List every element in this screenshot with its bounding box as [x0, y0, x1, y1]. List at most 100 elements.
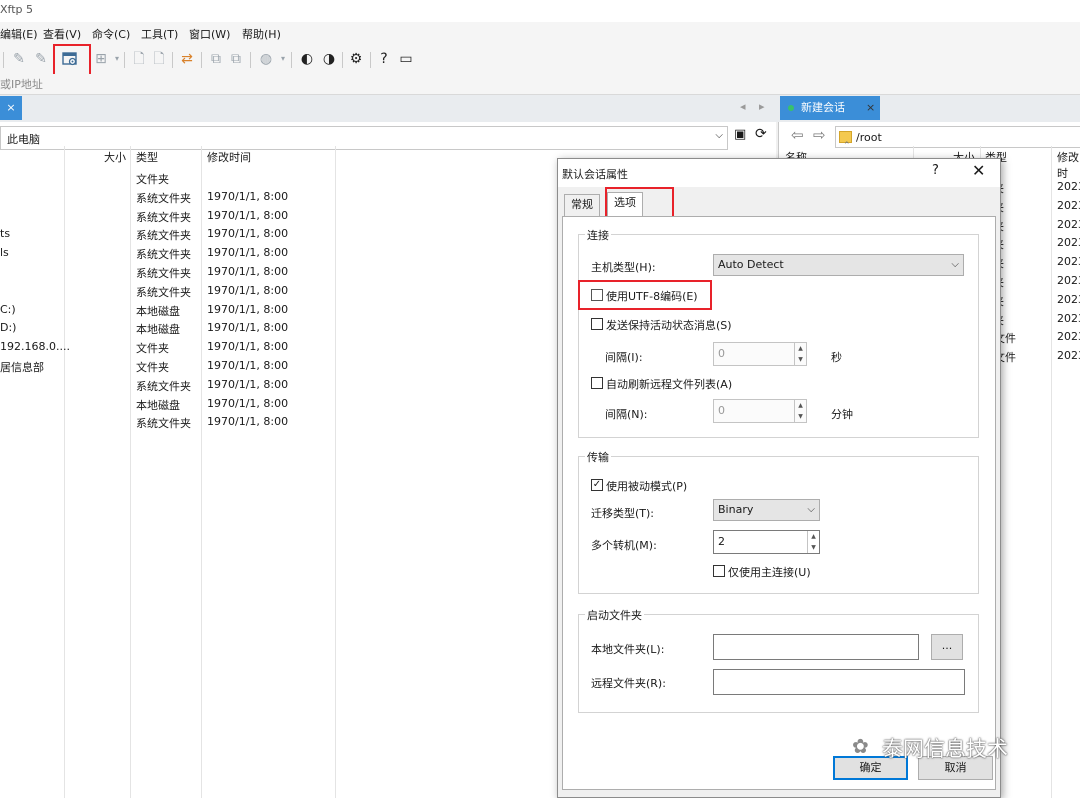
tab-scroll-left-icon[interactable]: ◂	[740, 100, 746, 113]
file-type: 本地磁盘	[136, 304, 180, 318]
app-title: Xftp 5	[0, 3, 34, 16]
transfer-type-label: 迁移类型(T):	[591, 507, 655, 520]
local-folder-input[interactable]	[713, 634, 919, 660]
file-mtime: 1970/1/1, 8:00	[207, 189, 289, 203]
tab-options[interactable]: 选项	[607, 192, 643, 216]
close-icon[interactable]: ✕	[972, 161, 985, 180]
menu-view[interactable]: 查看(V)	[43, 26, 81, 42]
keepalive-label: 发送保持活动状态消息(S)	[606, 319, 732, 332]
remote-path-combo[interactable]: /root	[835, 126, 1080, 148]
folder-icon[interactable]: ▣	[734, 127, 746, 142]
file-mtime: 2023	[1057, 349, 1080, 363]
refresh-icon[interactable]: ⟳	[755, 126, 767, 142]
toolbar-separator	[250, 52, 251, 68]
toolbar-separator	[172, 52, 173, 68]
file-mtime: 1970/1/1, 8:00	[207, 302, 289, 316]
chevron-down-icon[interactable]: ⌵	[715, 130, 723, 141]
host-type-select[interactable]: Auto Detect ⌵	[713, 254, 964, 276]
local-path-combo[interactable]: 此电脑 ⌵	[0, 126, 728, 150]
remote-folder-input[interactable]	[713, 669, 965, 695]
gear-icon[interactable]: ⚙	[347, 50, 365, 68]
spin-down-icon[interactable]: ▼	[807, 542, 819, 553]
spin-up-icon[interactable]: ▲	[807, 531, 819, 542]
refresh-interval-value: 0	[718, 404, 725, 417]
keepalive-checkbox[interactable]	[591, 318, 603, 330]
xftp-icon[interactable]: ◑	[320, 50, 338, 68]
remote-path: /root	[856, 131, 882, 144]
file-mtime: 1970/1/1, 8:00	[207, 246, 289, 260]
spin-down-icon[interactable]: ▼	[794, 354, 806, 365]
tab-local[interactable]: ×	[0, 96, 22, 120]
menu-tools[interactable]: 工具(T)	[141, 26, 178, 42]
file-mtime: 2023	[1057, 274, 1080, 287]
column-type[interactable]: 类型	[136, 149, 158, 165]
xshell-icon[interactable]: ◐	[298, 50, 316, 68]
file-mtime: 2023	[1057, 236, 1080, 250]
tab-scroll-right-icon[interactable]: ▸	[759, 100, 765, 113]
menu-edit[interactable]: 编辑(E)	[0, 26, 38, 42]
keepalive-unit: 秒	[831, 351, 842, 364]
file-type: 系统文件夹	[136, 379, 191, 393]
session-properties-icon[interactable]	[61, 50, 79, 68]
tab-new-session[interactable]: 新建会话	[780, 96, 880, 120]
paste-icon[interactable]: ⧉	[227, 50, 245, 68]
file-mtime: 1970/1/1, 8:00	[207, 227, 289, 241]
remote-folder-label: 远程文件夹(R):	[591, 677, 666, 690]
column-size[interactable]: 大小	[104, 149, 126, 165]
close-icon[interactable]: ×	[866, 101, 875, 114]
connection-status-icon	[788, 105, 794, 111]
spin-up-icon[interactable]: ▲	[794, 400, 806, 411]
connection-group: 连接 主机类型(H): Auto Detect ⌵ 使用UTF-8编码(E) 发…	[578, 227, 979, 438]
column-mtime[interactable]: 修改时间	[207, 149, 251, 165]
file-name: ts	[0, 227, 11, 241]
feedback-icon[interactable]: ▭	[397, 50, 415, 68]
globe-icon[interactable]: ◍	[257, 50, 275, 68]
file-mtime: 1970/1/1, 8:00	[207, 208, 289, 222]
help-icon[interactable]: ?	[375, 50, 393, 68]
transfer-type-value: Binary	[718, 503, 754, 516]
utf8-checkbox[interactable]	[591, 289, 603, 301]
file-mtime: 1970/1/1, 8:00	[207, 265, 289, 278]
menu-command[interactable]: 命令(C)	[92, 26, 130, 42]
wechat-icon: ✿	[852, 734, 869, 758]
close-icon[interactable]: ×	[6, 101, 15, 114]
menu-help[interactable]: 帮助(H)	[242, 26, 281, 42]
pencil-icon[interactable]: ✎	[32, 50, 50, 68]
file-mtime: 2023	[1057, 292, 1080, 306]
toolbar-separator	[201, 52, 202, 68]
transfer-group: 传输 ✓ 使用被动模式(P) 迁移类型(T): Binary ⌵ 多个转机(M)…	[578, 449, 979, 594]
autorefresh-checkbox[interactable]	[591, 377, 603, 389]
browse-button[interactable]: ...	[931, 634, 963, 660]
pencil-icon[interactable]: ✎	[10, 50, 28, 68]
file-type: 系统文件夹	[136, 285, 191, 299]
file-type: 系统文件夹	[136, 210, 191, 224]
spin-up-icon[interactable]: ▲	[794, 343, 806, 354]
spin-down-icon[interactable]: ▼	[794, 411, 806, 422]
document-icon[interactable]: 🗋	[130, 50, 148, 68]
file-type: 本地磁盘	[136, 323, 180, 337]
help-icon[interactable]: ?	[932, 163, 939, 178]
chevron-down-icon: ⌵	[951, 259, 959, 270]
transfer-icon[interactable]: ⇄	[178, 50, 196, 68]
transfer-type-select[interactable]: Binary ⌵	[713, 499, 820, 521]
title-bar: Xftp 5	[0, 0, 1080, 22]
tab-general[interactable]: 常规	[564, 194, 600, 216]
main-connection-only-checkbox[interactable]	[713, 565, 725, 577]
keepalive-interval-spinner[interactable]: 0 ▲ ▼	[713, 342, 807, 366]
refresh-interval-spinner[interactable]: 0 ▲ ▼	[713, 399, 807, 423]
chevron-down-icon[interactable]: ▾	[274, 50, 292, 68]
copy-icon[interactable]: ⧉	[207, 50, 225, 68]
multi-transfer-spinner[interactable]: 2 ▲ ▼	[713, 530, 820, 554]
passive-checkbox[interactable]: ✓	[591, 479, 603, 491]
tab-new-session-label: 新建会话	[801, 101, 845, 114]
file-name: C:)	[0, 302, 16, 316]
menu-window[interactable]: 窗口(W)	[189, 26, 230, 42]
back-arrow-icon[interactable]: ⇦	[791, 126, 804, 144]
utf8-label: 使用UTF-8编码(E)	[606, 290, 698, 303]
session-properties-dialog: 默认会话属性 ? ✕ 常规 选项 连接 主机类型(H): Auto Detect…	[557, 158, 1001, 798]
file-mtime: 2023	[1057, 217, 1080, 231]
file-type: 文件夹	[136, 361, 169, 374]
address-bar[interactable]: 或IP地址	[0, 74, 1080, 94]
forward-arrow-icon[interactable]: ⇨	[813, 126, 826, 144]
document-icon[interactable]: 🗋	[150, 50, 168, 68]
